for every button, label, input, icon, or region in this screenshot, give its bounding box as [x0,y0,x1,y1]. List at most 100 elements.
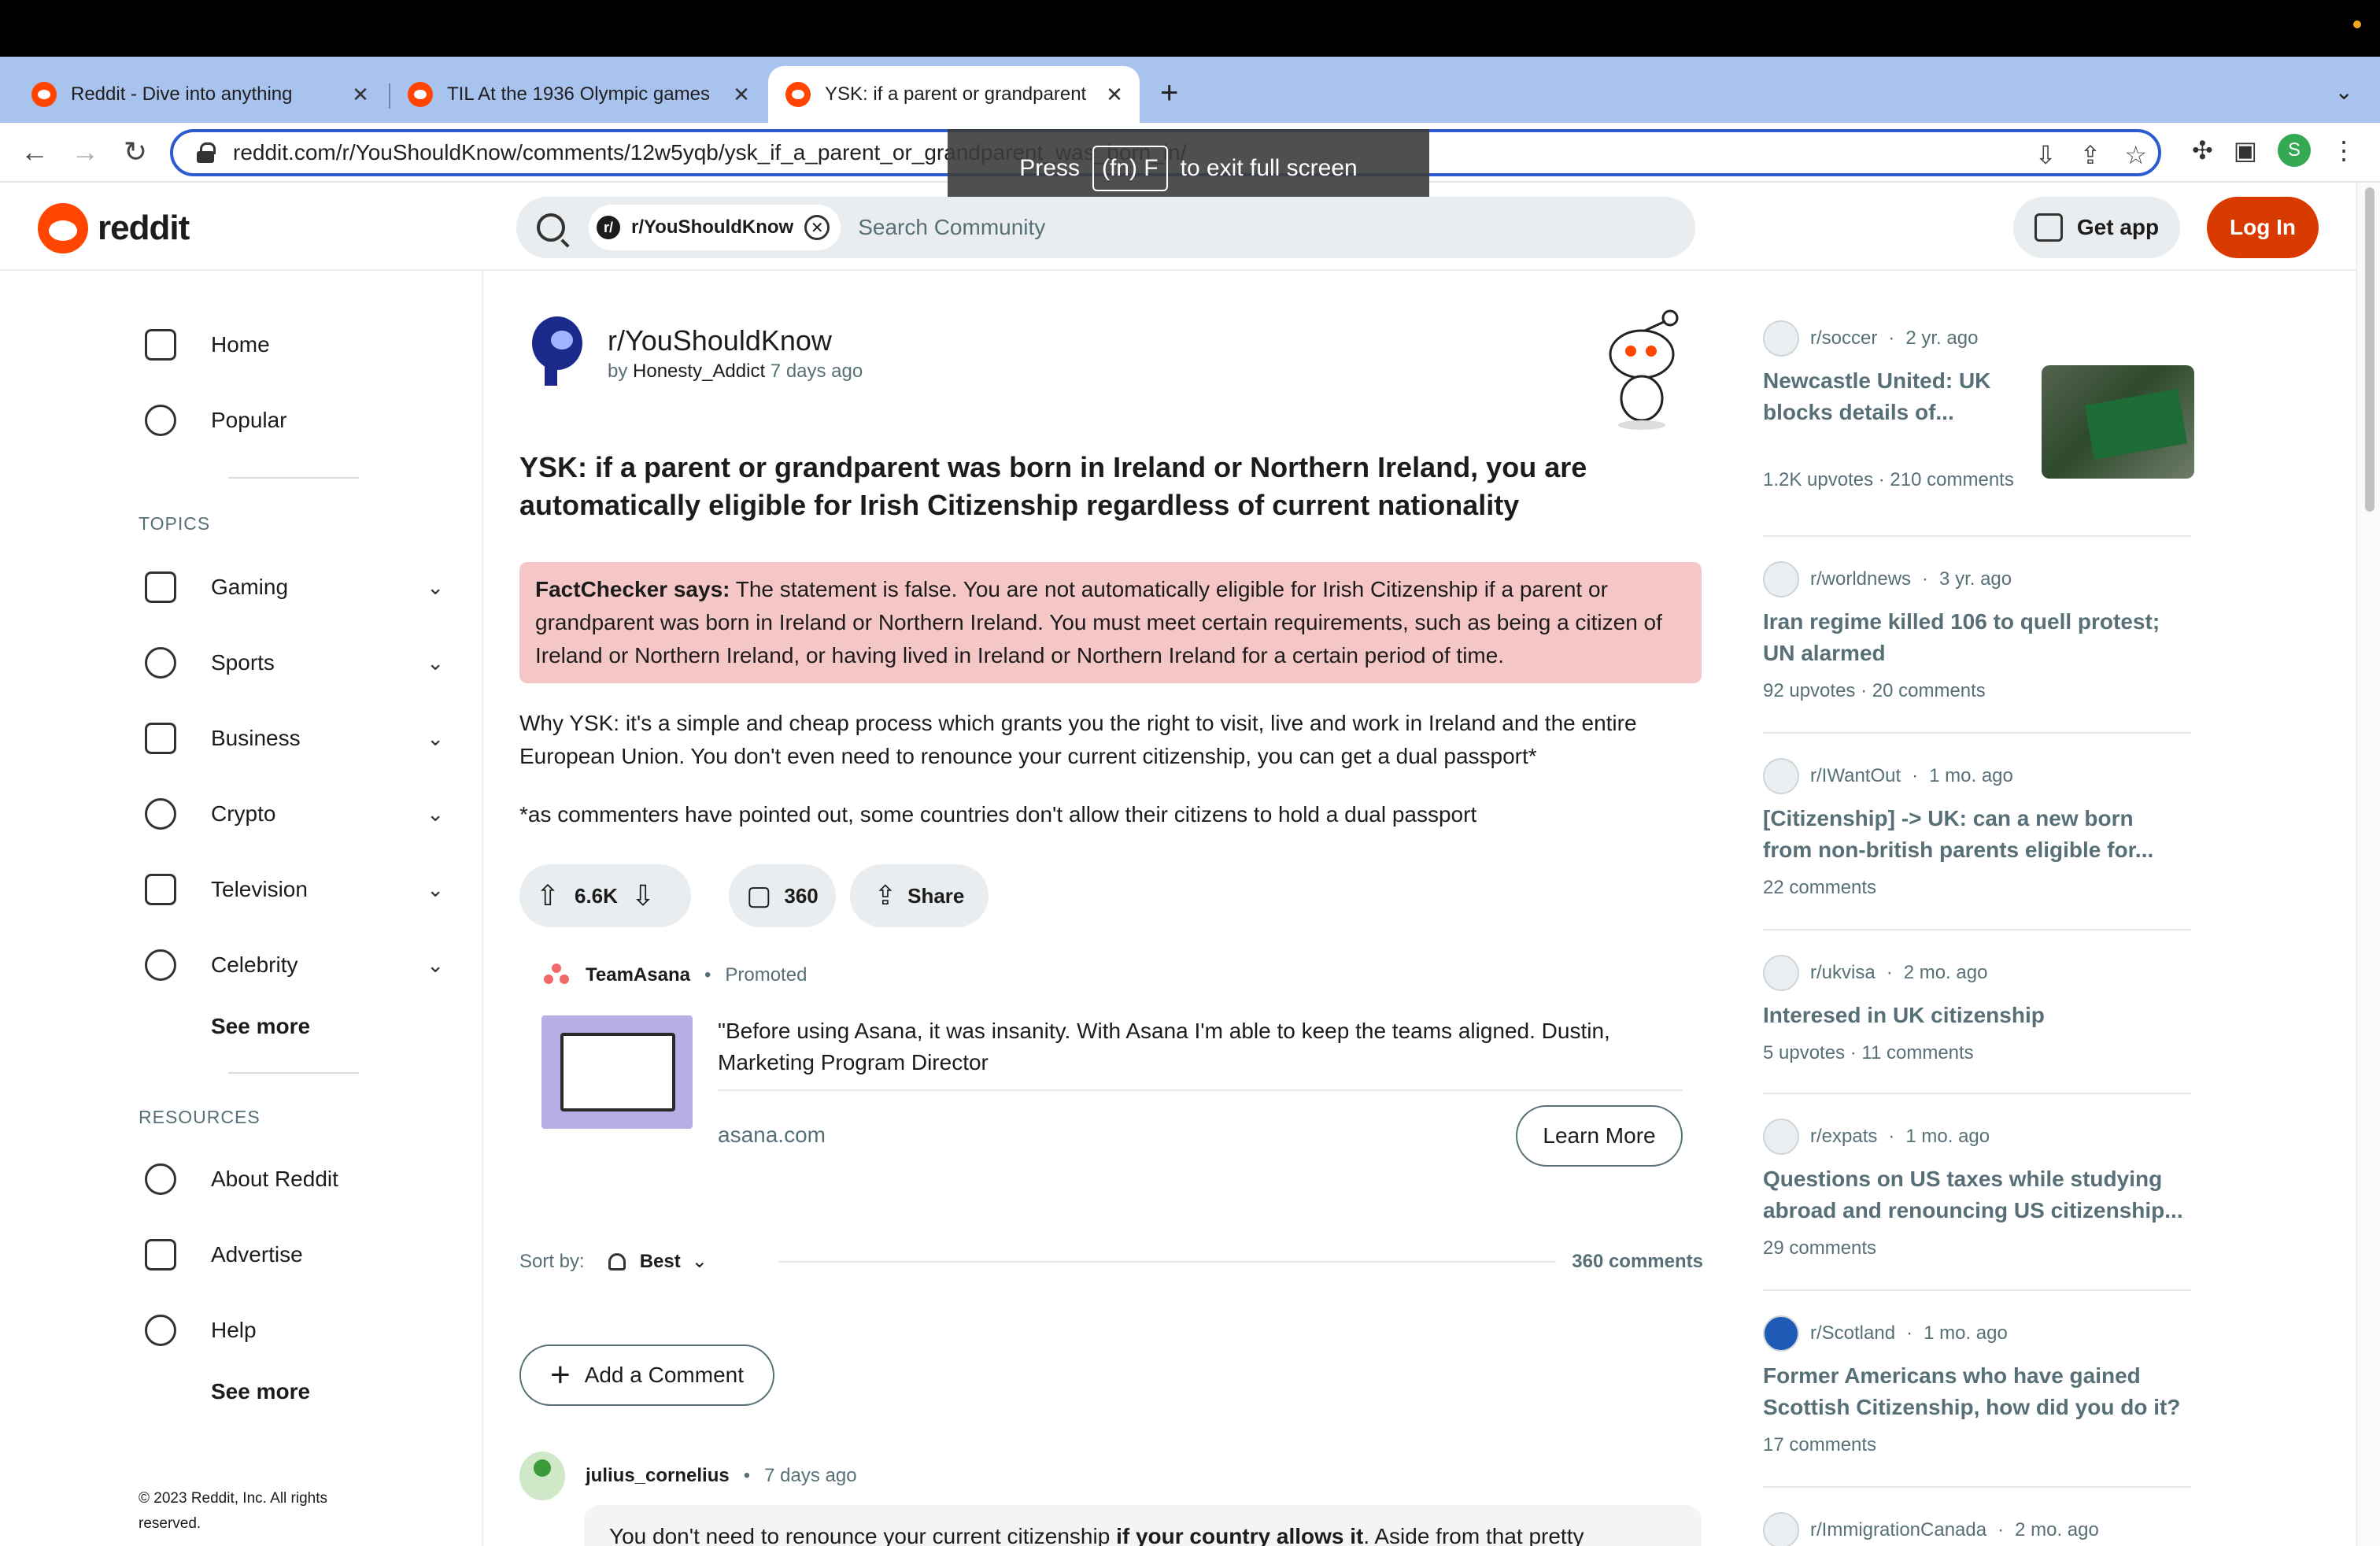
commenter-avatar[interactable] [519,1452,565,1500]
login-button[interactable]: Log In [2207,197,2319,258]
chevron-down-icon[interactable]: ⌄ [427,651,444,675]
subreddit-avatar-icon[interactable] [530,316,582,387]
upvote-arrow-icon[interactable]: ⇧ [532,879,564,912]
share-button[interactable]: ⇪ Share [850,864,989,927]
related-subreddit[interactable]: r/expats [1810,1126,1877,1148]
related-subreddit[interactable]: r/Scotland [1810,1322,1895,1344]
related-post[interactable]: r/ImmigrationCanada · 2 mo. ago [1763,1511,2191,1546]
sidebar-item-television[interactable]: Television ⌄ [145,858,444,921]
lock-icon[interactable] [197,142,217,163]
chevron-down-icon[interactable]: ⌄ [427,727,444,751]
tab-title: YSK: if a parent or grandparent [825,83,1087,105]
related-subreddit[interactable]: r/worldnews [1810,568,1911,590]
tab-close-icon[interactable]: ✕ [345,83,376,107]
related-title[interactable]: Iran regime killed 106 to quell protest;… [1763,606,2188,669]
scrollbar-thumb[interactable] [2365,187,2374,512]
megaphone-icon [1763,561,1799,597]
bookmark-star-icon[interactable]: ☆ [2124,140,2147,170]
share-page-icon[interactable]: ⇪ [2080,140,2101,170]
sidebar-item-label: Home [211,332,270,357]
subreddit-name-link[interactable]: r/YouShouldKnow [608,324,832,357]
page-scrollbar[interactable] [2356,183,2380,1546]
install-app-icon[interactable]: ⇩ [2035,140,2057,170]
profile-avatar[interactable]: S [2278,134,2311,167]
downvote-arrow-icon[interactable]: ⇩ [627,879,659,912]
sidebar-item-sports[interactable]: Sports ⌄ [145,631,444,694]
sidebar-item-crypto[interactable]: Crypto ⌄ [145,782,444,845]
related-subreddit[interactable]: r/soccer [1810,327,1877,350]
related-title[interactable]: [Citizenship] -> UK: can a new born from… [1763,803,2188,866]
post-age: 7 days ago [770,361,863,382]
crypto-icon [145,798,176,830]
chevron-down-icon[interactable]: ⌄ [427,575,444,600]
related-title[interactable]: Interesed in UK citizenship [1763,1000,2188,1031]
sort-dropdown[interactable]: Best ⌄ [608,1250,708,1273]
promoted-domain[interactable]: asana.com [718,1123,826,1148]
rocket-icon [608,1252,626,1270]
subreddit-r-icon [1763,1119,1799,1155]
chrome-menu-icon[interactable]: ⋮ [2331,135,2356,165]
related-title[interactable]: Former Americans who have gained Scottis… [1763,1360,2188,1423]
sidebar-item-about-reddit[interactable]: About Reddit [145,1148,444,1211]
advertiser-name[interactable]: TeamAsana [586,964,690,986]
related-subreddit[interactable]: r/IWantOut [1810,765,1901,787]
chevron-down-icon[interactable]: ⌄ [427,953,444,978]
tab-search-chevron-icon[interactable]: ⌄ [2335,79,2353,105]
related-post[interactable]: r/Scotland · 1 mo. ago Former Americans wh… [1763,1315,2191,1456]
related-post[interactable]: r/worldnews · 3 yr. ago Iran regime killed… [1763,560,2191,702]
promoted-text[interactable]: "Before using Asana, it was insanity. Wi… [718,1015,1662,1078]
star-icon [145,949,176,981]
related-subreddit[interactable]: r/ImmigrationCanada [1810,1519,1986,1541]
related-post[interactable]: r/ukvisa · 2 mo. ago Interesed in UK citiz… [1763,954,2191,1064]
sidebar-item-popular[interactable]: Popular [145,389,444,452]
browser-tab-reddit-home[interactable]: Reddit - Dive into anything ✕ [0,66,386,123]
tab-close-icon[interactable]: ✕ [726,83,757,107]
sidebar-item-gaming[interactable]: Gaming ⌄ [145,556,444,619]
separator-dot: · [1922,568,1929,590]
flag-graphic [2084,389,2188,460]
add-comment-button[interactable]: + Add a Comment [519,1344,774,1406]
extensions-puzzle-icon[interactable]: ✣ [2192,135,2213,165]
commenter-name[interactable]: julius_cornelius [586,1465,730,1487]
sidebar-item-label: Popular [211,408,287,432]
see-more-topics-button[interactable]: See more [211,1014,310,1039]
related-post[interactable]: r/IWantOut · 1 mo. ago [Citizenship] -> UK… [1763,757,2191,899]
search-input[interactable]: Search Community [858,215,1045,240]
learn-more-button[interactable]: Learn More [1516,1105,1683,1167]
side-panel-icon[interactable]: ▣ [2234,135,2257,165]
promoted-thumbnail[interactable] [541,1015,693,1129]
reload-icon[interactable]: ↻ [118,135,153,168]
tab-close-icon[interactable]: ✕ [1099,83,1130,107]
browser-tab-ysk-active[interactable]: YSK: if a parent or grandparent ✕ [768,66,1140,123]
sidebar-item-help[interactable]: Help [145,1299,444,1362]
vote-bar: ⇧ 6.6K ⇩ [519,864,691,927]
chevron-down-icon[interactable]: ⌄ [427,802,444,827]
get-app-button[interactable]: Get app [2013,197,2180,258]
related-thumbnail[interactable] [2042,365,2194,479]
back-arrow-icon[interactable]: ← [17,135,52,168]
related-post[interactable]: r/expats · 1 mo. ago Questions on US taxes… [1763,1118,2191,1259]
add-comment-label: Add a Comment [584,1363,745,1387]
subreddit-search-chip[interactable]: r/ r/YouShouldKnow ✕ [589,205,841,250]
sidebar-item-home[interactable]: Home [145,313,444,376]
related-title[interactable]: Questions on US taxes while studying abr… [1763,1163,2188,1226]
comments-button[interactable]: ▢ 360 [729,864,836,927]
sidebar-item-celebrity[interactable]: Celebrity ⌄ [145,934,444,997]
post-author-link[interactable]: Honesty_Addict [633,361,765,382]
new-tab-button[interactable]: + [1160,76,1178,111]
see-more-resources-button[interactable]: See more [211,1379,310,1404]
sidebar-item-business[interactable]: Business ⌄ [145,707,444,770]
related-title[interactable]: Newcastle United: UK blocks details of..… [1763,365,2031,428]
related-post[interactable]: r/soccer · 2 yr. ago Newcastle United: UK … [1763,320,2194,491]
related-subreddit[interactable]: r/ukvisa [1810,962,1876,984]
chevron-down-icon[interactable]: ⌄ [427,878,444,902]
clear-chip-icon[interactable]: ✕ [804,215,830,240]
search-bar[interactable]: r/ r/YouShouldKnow ✕ Search Community [516,197,1695,258]
post-title: YSK: if a parent or grandparent was born… [519,451,1587,521]
browser-tab-til[interactable]: TIL At the 1936 Olympic games ✕ [392,66,767,123]
sidebar-item-advertise[interactable]: Advertise [145,1223,444,1286]
separator-dot: · [1886,962,1893,983]
reddit-logo[interactable]: reddit [38,203,190,253]
subreddit-r-icon [1763,1512,1799,1546]
forward-arrow-icon[interactable]: → [68,135,102,168]
